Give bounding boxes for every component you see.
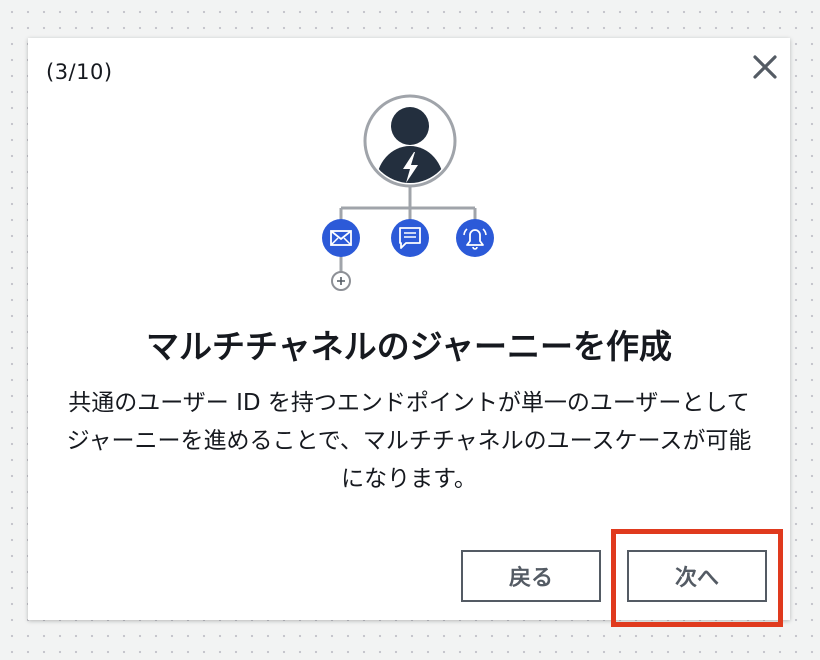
mail-icon [322, 219, 360, 257]
add-node-icon [331, 271, 351, 291]
highlight-box [611, 529, 783, 627]
bell-icon [456, 219, 494, 257]
back-button[interactable]: 戻る [461, 550, 601, 602]
modal-description: 共通のユーザー ID を持つエンドポイントが単一のユーザーとしてジャーニーを進め… [66, 390, 752, 492]
chat-icon [391, 219, 429, 257]
multichannel-illustration [322, 94, 494, 291]
modal-title: マルチチャネルのジャーニーを作成 [145, 327, 673, 366]
